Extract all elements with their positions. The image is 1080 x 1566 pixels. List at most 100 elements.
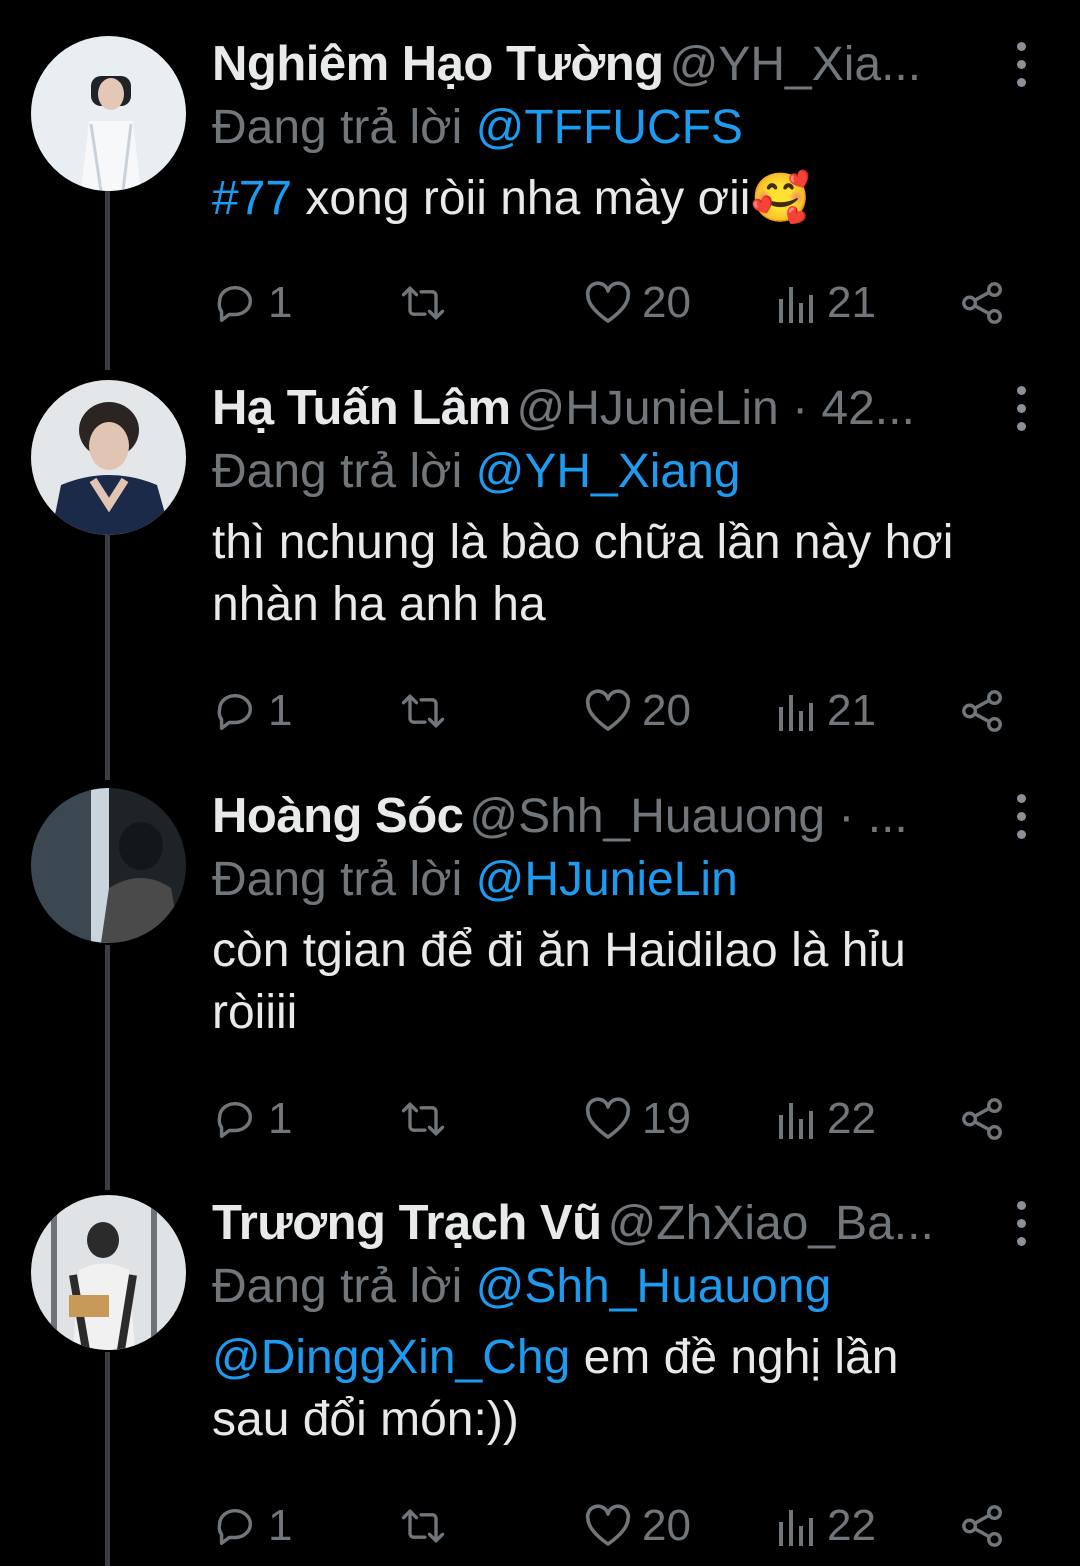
reply-prefix: Đang trả lời bbox=[212, 853, 463, 906]
more-vertical-icon[interactable] bbox=[1014, 1199, 1028, 1251]
tweet-text-line-2: ròiiii bbox=[212, 986, 298, 1039]
retweet-button[interactable] bbox=[397, 1094, 449, 1144]
like-count: 20 bbox=[642, 1501, 691, 1550]
reply-button[interactable]: 1 bbox=[212, 686, 292, 736]
views-count: 21 bbox=[827, 686, 876, 735]
reply-to-mention[interactable]: @HJunieLin bbox=[476, 853, 738, 906]
author-handle[interactable]: @YH_Xia... bbox=[670, 38, 921, 91]
reply-count: 1 bbox=[268, 686, 293, 735]
heart-icon bbox=[585, 1097, 631, 1139]
reply-count: 1 bbox=[268, 1501, 293, 1550]
author-handle[interactable]: @ZhXiao_Ba... bbox=[608, 1197, 934, 1250]
views-count: 22 bbox=[827, 1094, 876, 1143]
views-icon bbox=[779, 1510, 813, 1546]
heart-icon bbox=[585, 281, 631, 323]
views-button[interactable]: 21 bbox=[777, 686, 876, 736]
tweet-text: #77 xong ròii nha mày ơii🥰 bbox=[212, 168, 1050, 230]
share-icon bbox=[962, 690, 1002, 732]
reply-button[interactable]: 1 bbox=[212, 1094, 292, 1144]
user-mention-link[interactable]: @DinggXin_Chg bbox=[212, 1331, 570, 1384]
reply-button[interactable]: 1 bbox=[212, 1501, 292, 1551]
tweet[interactable]: Trương Trạch Vũ @ZhXiao_Ba... Đang trả lờ… bbox=[0, 1195, 1080, 1566]
retweet-icon bbox=[401, 694, 445, 728]
tweet-text-line-1: xong ròii nha mày ơii🥰 bbox=[292, 172, 811, 225]
reply-prefix: Đang trả lời bbox=[212, 101, 463, 154]
share-button[interactable] bbox=[960, 686, 1006, 736]
like-button[interactable]: 19 bbox=[584, 1094, 691, 1144]
reply-icon bbox=[217, 285, 253, 322]
replying-to: Đang trả lời @Shh_Huauong bbox=[212, 1259, 1050, 1321]
like-count: 20 bbox=[642, 278, 691, 327]
share-button[interactable] bbox=[960, 1094, 1006, 1144]
share-icon bbox=[962, 1505, 1002, 1547]
retweet-icon bbox=[401, 286, 445, 320]
share-button[interactable] bbox=[960, 1501, 1006, 1551]
share-icon bbox=[962, 1098, 1002, 1140]
like-button[interactable]: 20 bbox=[584, 686, 691, 736]
reply-to-mention[interactable]: @YH_Xiang bbox=[476, 445, 741, 498]
reply-to-mention[interactable]: @TFFUCFS bbox=[476, 101, 743, 154]
retweet-button[interactable] bbox=[397, 686, 449, 736]
replying-to: Đang trả lời @HJunieLin bbox=[212, 852, 1050, 914]
replying-to: Đang trả lời @TFFUCFS bbox=[212, 100, 1050, 162]
tweet-actions: 1 20 22 bbox=[212, 1501, 1032, 1551]
like-button[interactable]: 20 bbox=[584, 278, 691, 328]
like-count: 19 bbox=[642, 1094, 691, 1143]
author-name[interactable]: Hoàng Sóc bbox=[212, 789, 464, 843]
author-name[interactable]: Nghiêm Hạo Tường bbox=[212, 37, 664, 91]
reply-button[interactable]: 1 bbox=[212, 278, 292, 328]
retweet-icon bbox=[401, 1509, 445, 1543]
author-name[interactable]: Trương Trạch Vũ bbox=[212, 1196, 602, 1250]
views-icon bbox=[779, 1103, 813, 1139]
tweet-actions: 1 20 21 bbox=[212, 278, 1032, 328]
views-count: 21 bbox=[827, 278, 876, 327]
reply-prefix: Đang trả lời bbox=[212, 1260, 463, 1313]
tweet-text-line-2: sau đổi món:)) bbox=[212, 1393, 519, 1446]
more-vertical-icon[interactable] bbox=[1014, 384, 1028, 436]
more-vertical-icon[interactable] bbox=[1014, 792, 1028, 844]
tweet[interactable]: Nghiêm Hạo Tường @YH_Xia... Đang trả lời … bbox=[0, 36, 1080, 346]
share-button[interactable] bbox=[960, 278, 1006, 328]
tweet-text: còn tgian để đi ăn Haidilao là hỉu ròiii… bbox=[212, 920, 1050, 1044]
like-count: 20 bbox=[642, 686, 691, 735]
reply-icon bbox=[217, 1101, 253, 1138]
author-handle[interactable]: @HJunieLin · 42... bbox=[517, 382, 915, 435]
heart-icon bbox=[585, 1504, 631, 1546]
tweet-text-line-2: nhàn ha anh ha bbox=[212, 578, 546, 631]
avatar[interactable] bbox=[31, 1195, 186, 1350]
retweet-icon bbox=[401, 1102, 445, 1136]
views-count: 22 bbox=[827, 1501, 876, 1550]
replying-to: Đang trả lời @YH_Xiang bbox=[212, 444, 1050, 506]
like-button[interactable]: 20 bbox=[584, 1501, 691, 1551]
more-vertical-icon[interactable] bbox=[1014, 40, 1028, 92]
views-icon bbox=[779, 695, 813, 731]
avatar[interactable] bbox=[31, 36, 186, 191]
tweet-actions: 1 19 22 bbox=[212, 1094, 1032, 1144]
share-icon bbox=[962, 282, 1002, 324]
tweet-text: thì nchung là bào chữa lần này hơi nhàn … bbox=[212, 512, 1050, 636]
reply-to-mention[interactable]: @Shh_Huauong bbox=[476, 1260, 832, 1313]
views-button[interactable]: 21 bbox=[777, 278, 876, 328]
views-button[interactable]: 22 bbox=[777, 1094, 876, 1144]
views-icon bbox=[779, 287, 813, 323]
tweet-text-line-1: thì nchung là bào chữa lần này hơi bbox=[212, 516, 954, 569]
tweet-text-line-1: còn tgian để đi ăn Haidilao là hỉu bbox=[212, 924, 906, 977]
tweet-actions: 1 20 21 bbox=[212, 686, 1032, 736]
reply-count: 1 bbox=[268, 1094, 293, 1143]
author-handle[interactable]: @Shh_Huauong · ... bbox=[469, 790, 907, 843]
tweet[interactable]: Hoàng Sóc @Shh_Huauong · ... Đang trả lời… bbox=[0, 788, 1080, 1148]
reply-icon bbox=[217, 693, 253, 730]
avatar[interactable] bbox=[31, 380, 186, 535]
tweet-text: @DinggXin_Chg em đề nghị lần sau đổi món… bbox=[212, 1327, 1050, 1451]
author-name[interactable]: Hạ Tuấn Lâm bbox=[212, 381, 511, 435]
reply-icon bbox=[217, 1508, 253, 1545]
views-button[interactable]: 22 bbox=[777, 1501, 876, 1551]
reply-prefix: Đang trả lời bbox=[212, 445, 463, 498]
tweet[interactable]: Hạ Tuấn Lâm @HJunieLin · 42... Đang trả l… bbox=[0, 380, 1080, 740]
tweet-text-line-1: em đề nghị lần bbox=[570, 1331, 899, 1384]
heart-icon bbox=[585, 689, 631, 731]
retweet-button[interactable] bbox=[397, 1501, 449, 1551]
avatar[interactable] bbox=[31, 788, 186, 943]
retweet-button[interactable] bbox=[397, 278, 449, 328]
hashtag-link[interactable]: #77 bbox=[212, 172, 292, 225]
